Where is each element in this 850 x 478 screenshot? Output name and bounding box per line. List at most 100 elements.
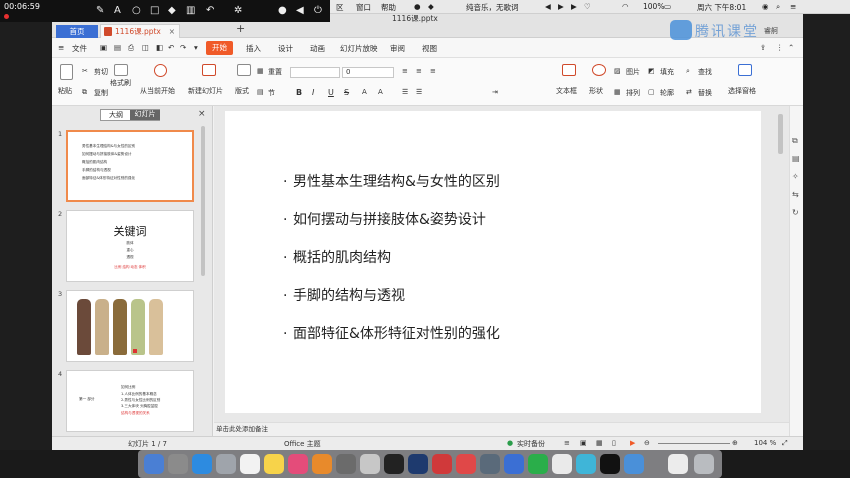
spotlight-icon[interactable]: ⌕ [776, 2, 780, 12]
siri-icon[interactable]: ◉ [762, 2, 769, 11]
undo-icon[interactable]: ↶ [206, 5, 214, 16]
object-icon[interactable]: ⧉ [792, 136, 798, 146]
arrange-icon[interactable]: ▦ [614, 88, 621, 96]
notes-area[interactable]: 单击此处添加备注 [214, 422, 789, 436]
fill-icon[interactable]: ◩ [648, 67, 655, 75]
wifi-icon[interactable]: ◠ [622, 2, 629, 11]
outline-icon[interactable]: ▢ [648, 88, 655, 96]
menubar-item[interactable]: 窗口 [356, 2, 371, 13]
rect-tool-icon[interactable]: □ [150, 5, 159, 16]
system-preferences-icon[interactable] [336, 454, 356, 474]
books-icon[interactable] [312, 454, 332, 474]
photos-icon[interactable] [216, 454, 236, 474]
bullet-item[interactable]: · 面部特征&体形特征对性别的强化 [283, 323, 500, 343]
calendar-icon[interactable] [240, 454, 260, 474]
qq-icon[interactable] [384, 454, 404, 474]
zoom-out-icon[interactable]: ⊖ [644, 439, 650, 447]
slide-thumbnail-2[interactable]: 关键词 肢体 重心 透视 比例 结构 动态 体积 [66, 210, 194, 282]
cut-button[interactable]: 剪切 [94, 67, 108, 77]
outline-button[interactable]: 轮廓 [660, 88, 674, 98]
preview-icon[interactable]: ◫ [142, 43, 149, 52]
menubar-item[interactable]: 帮助 [381, 2, 396, 13]
bold-button[interactable]: B [296, 88, 302, 97]
format-painter-icon[interactable] [114, 64, 128, 76]
mic-icon[interactable]: ● [278, 5, 287, 16]
customize-icon[interactable]: ▾ [194, 43, 198, 52]
play-icon[interactable]: ▶ [558, 2, 564, 11]
from-current-button[interactable]: 从当前开始 [140, 86, 175, 96]
wechat-icon[interactable]: ● [414, 2, 421, 11]
current-slide[interactable]: · 男性基本生理结构&与女性的区别 · 如何摆动与拼接肢体&姿势设计 · 概括的肌肉结… [225, 111, 761, 413]
wps-icon[interactable] [504, 454, 524, 474]
bullets-icon[interactable]: ☰ [402, 88, 408, 96]
align-center-icon[interactable]: ≡ [416, 67, 422, 75]
bullet-item[interactable]: · 男性基本生理结构&与女性的区别 [283, 171, 500, 191]
reset-button[interactable]: 重置 [268, 67, 282, 77]
copy-button[interactable]: 复制 [94, 88, 108, 98]
volume-icon[interactable]: ◀ [296, 5, 304, 16]
picture-button[interactable]: 图片 [626, 67, 640, 77]
image-viewer-icon[interactable] [480, 454, 500, 474]
find-icon[interactable]: ⌕ [686, 67, 690, 76]
paste-icon[interactable] [60, 64, 73, 80]
format-painter-button[interactable]: 格式刷 [110, 78, 131, 88]
paste-button[interactable]: 粘贴 [58, 86, 72, 96]
section-button[interactable]: 节 [268, 88, 275, 98]
menubar-item[interactable]: 区 [336, 2, 344, 13]
section-icon[interactable]: ▤ [257, 88, 264, 96]
redo-icon[interactable]: ↷ [180, 43, 186, 52]
next-track-icon[interactable]: ▶ [571, 2, 577, 11]
tencent-classroom-icon[interactable] [624, 454, 644, 474]
launchpad-icon[interactable] [168, 454, 188, 474]
select-pane-icon[interactable] [738, 64, 752, 76]
replace-icon[interactable]: ⇄ [686, 88, 692, 96]
underline-button[interactable]: U [328, 88, 334, 97]
tab-animation[interactable]: 动画 [310, 43, 325, 54]
music-icon[interactable] [288, 454, 308, 474]
picture-icon[interactable]: ▨ [614, 67, 621, 75]
replace-button[interactable]: 替换 [698, 88, 712, 98]
battery-icon[interactable]: ▭ [664, 2, 671, 11]
backup-status[interactable]: 实时备份 [517, 439, 545, 449]
print-icon[interactable]: ⎙ [128, 43, 134, 53]
close-panel-icon[interactable]: × [198, 109, 206, 119]
new-tab-icon[interactable]: + [236, 22, 245, 35]
trash-icon[interactable]: ▥ [186, 5, 195, 16]
bullet-item[interactable]: · 手脚的结构与透视 [283, 285, 405, 305]
tab-home-ribbon[interactable]: 开始 [206, 41, 233, 55]
clock[interactable]: 周六 下午8:01 [697, 2, 746, 13]
eraser-icon[interactable]: ◆ [168, 5, 176, 16]
tab-review[interactable]: 审阅 [390, 43, 405, 54]
align-left-icon[interactable]: ≡ [402, 67, 408, 75]
close-tab-icon[interactable]: × [169, 25, 175, 38]
terminal-icon[interactable] [600, 454, 620, 474]
strikethrough-button[interactable]: S [344, 88, 349, 97]
font-size-field[interactable]: 0 [342, 67, 394, 78]
wps-office-icon[interactable] [576, 454, 596, 474]
settings-icon[interactable]: ✲ [234, 5, 242, 16]
find-button[interactable]: 查找 [698, 67, 712, 77]
layout-button[interactable]: 版式 [235, 86, 249, 96]
bullet-item[interactable]: · 概括的肌肉结构 [283, 247, 391, 267]
slides-tab[interactable]: 幻灯片 [130, 110, 160, 120]
reset-icon[interactable]: ▦ [257, 67, 264, 75]
animation-icon[interactable]: ✧ [792, 172, 799, 181]
export-icon[interactable]: ◧ [156, 43, 163, 52]
tab-design[interactable]: 设计 [278, 43, 293, 54]
trash-icon[interactable] [694, 454, 714, 474]
fit-window-icon[interactable]: ⤢ [782, 439, 788, 448]
transition-icon[interactable]: ⇆ [792, 190, 799, 199]
align-right-icon[interactable]: ≡ [430, 67, 436, 75]
notes-app-icon[interactable] [264, 454, 284, 474]
more-icon[interactable]: ⋮ [776, 43, 784, 52]
pen-icon[interactable]: ✎ [96, 5, 104, 16]
highlight-icon[interactable]: A [378, 88, 383, 96]
file-menu[interactable]: 文件 [72, 43, 87, 54]
select-pane-button[interactable]: 选择窗格 [728, 86, 756, 96]
photoshop-icon[interactable] [408, 454, 428, 474]
slideshow-icon[interactable]: ▶ [630, 439, 635, 447]
circle-tool-icon[interactable]: ○ [132, 5, 141, 16]
arrange-button[interactable]: 排列 [626, 88, 640, 98]
wechat-app-icon[interactable] [528, 454, 548, 474]
indent-icon[interactable]: ⇥ [492, 88, 498, 96]
